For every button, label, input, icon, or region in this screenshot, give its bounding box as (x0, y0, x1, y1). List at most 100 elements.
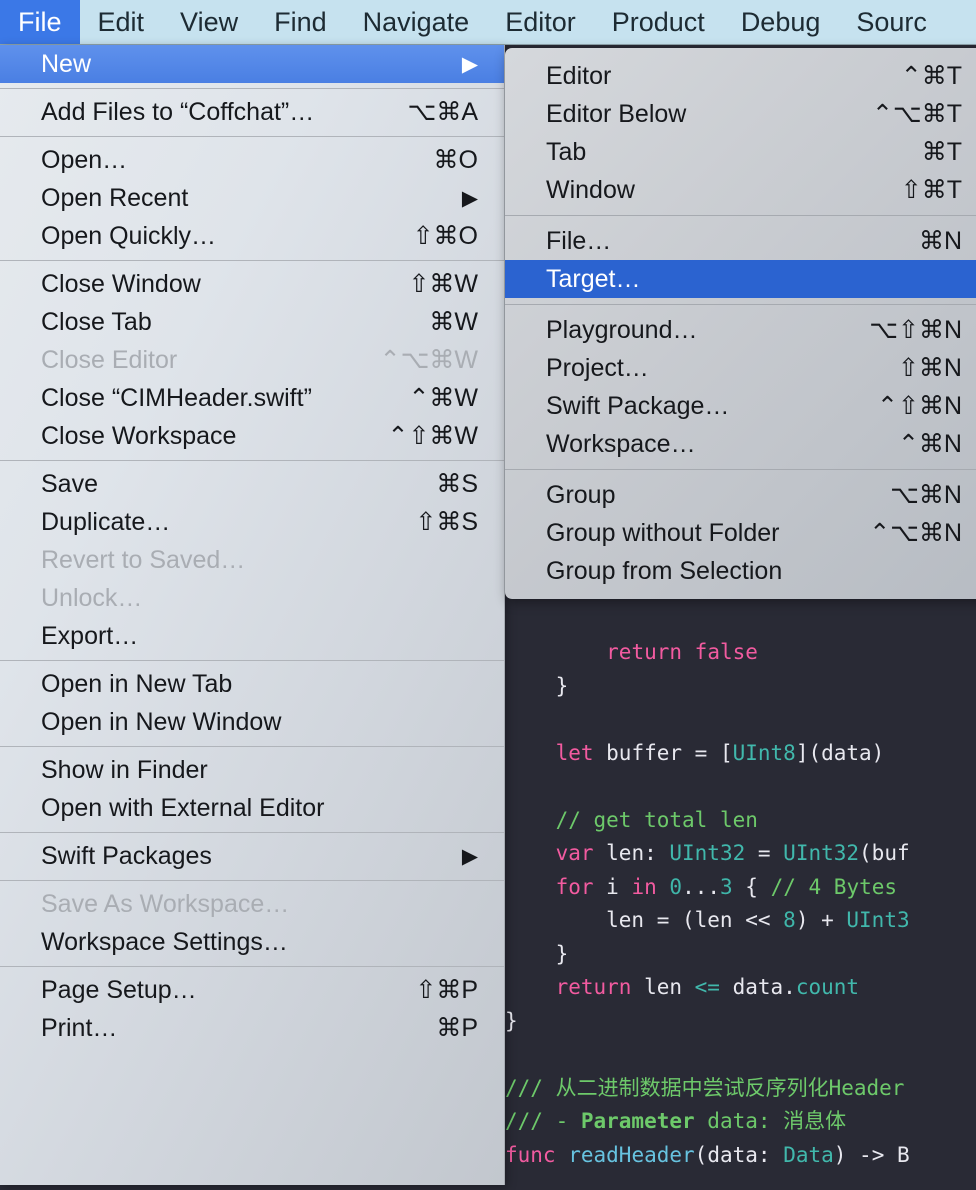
menu-item-add-files-to-coffchat[interactable]: Add Files to “Coffchat”… ⌥⌘A (0, 93, 504, 131)
menu-item-swift-packages[interactable]: Swift Packages ▶ (0, 837, 504, 875)
menu-item-page-setup[interactable]: Page Setup… ⇧⌘P (0, 971, 504, 1009)
menu-item-playground[interactable]: Playground… ⌥⇧⌘N (505, 311, 976, 349)
menu-item-group-from-selection[interactable]: Group from Selection (505, 552, 976, 590)
menu-item-file[interactable]: File… ⌘N (505, 222, 976, 260)
menu-item-close-editor: Close Editor ⌃⌥⌘W (0, 341, 504, 379)
code-content[interactable]: return false } let buffer = [UInt8](data… (505, 636, 976, 1172)
menu-item-workspace[interactable]: Workspace… ⌃⌘N (505, 425, 976, 463)
menu-item-export[interactable]: Export… (0, 617, 504, 655)
menu-item-close-window[interactable]: Close Window ⇧⌘W (0, 265, 504, 303)
menubar-item-file[interactable]: File (0, 0, 80, 44)
menu-item-close-cimheader-swift[interactable]: Close “CIMHeader.swift” ⌃⌘W (0, 379, 504, 417)
menu-item-tab[interactable]: Tab ⌘T (505, 133, 976, 171)
code-token: /// (505, 1075, 556, 1100)
menubar-item-edit[interactable]: Edit (80, 0, 163, 44)
menu-item-revert-to-saved: Revert to Saved… (0, 541, 504, 579)
menu-item-editor[interactable]: Editor ⌃⌘T (505, 57, 976, 95)
menubar-item-view[interactable]: View (162, 0, 256, 44)
menu-item-shortcut: ⌘O (433, 146, 478, 174)
code-token: count (795, 975, 860, 999)
code-token: (data: (694, 1142, 784, 1167)
menu-item-project[interactable]: Project… ⇧⌘N (505, 349, 976, 387)
menu-item-label: Workspace Settings… (41, 927, 288, 956)
menu-item-label: Add Files to “Coffchat”… (41, 97, 315, 126)
code-token: } (505, 673, 569, 698)
code-token: readHeader (568, 1142, 695, 1167)
menu-item-group-without-folder[interactable]: Group without Folder ⌃⌥⌘N (505, 514, 976, 552)
menu-item-save[interactable]: Save ⌘S (0, 465, 504, 503)
menu-item-duplicate[interactable]: Duplicate… ⇧⌘S (0, 503, 504, 541)
menu-item-open[interactable]: Open… ⌘O (0, 141, 504, 179)
code-token: // get total len (555, 807, 758, 832)
code-token: len = (len << (505, 908, 784, 932)
menu-item-shortcut: ⇧⌘T (900, 176, 962, 204)
menu-item-label: Swift Package… (546, 391, 730, 420)
code-line: /// - Parameter data: 消息体 (505, 1105, 976, 1139)
menu-item-window[interactable]: Window ⇧⌘T (505, 171, 976, 209)
menu-item-label: Close Tab (41, 307, 152, 336)
menu-item-shortcut: ⌃⌥⌘T (871, 100, 962, 128)
new-submenu-panel[interactable]: Editor ⌃⌘T Editor Below ⌃⌥⌘T Tab ⌘T Window ⇧⌘T F… (505, 48, 976, 599)
code-token: data. (719, 975, 796, 999)
file-menu-panel[interactable]: New ▶ Add Files to “Coffchat”… ⌥⌘A Open… ⌘O Op… (0, 45, 505, 1185)
code-token: len (631, 975, 695, 999)
menu-item-shortcut: ⌃⌥⌘W (379, 346, 478, 374)
menubar-item-debug[interactable]: Debug (723, 0, 839, 44)
code-token: Parameter (580, 1109, 695, 1133)
code-line: len = (len << 8) + UInt3 (505, 904, 976, 938)
menubar-item-label: Product (611, 6, 705, 37)
code-line: return len <= data.count (505, 971, 976, 1005)
menubar-item-sourc[interactable]: Sourc (838, 0, 945, 44)
menu-separator (0, 660, 504, 661)
menu-item-print[interactable]: Print… ⌘P (0, 1009, 504, 1047)
menu-item-editor-below[interactable]: Editor Below ⌃⌥⌘T (505, 95, 976, 133)
menu-item-swift-package[interactable]: Swift Package… ⌃⇧⌘N (505, 387, 976, 425)
menubar-item-navigate[interactable]: Navigate (345, 0, 488, 44)
menu-item-shortcut: ⇧⌘W (408, 270, 478, 298)
menubar-item-product[interactable]: Product (594, 0, 723, 44)
code-line: func readHeader(data: Data) -> B (505, 1139, 976, 1173)
menu-item-shortcut: ⌘W (429, 308, 478, 336)
menu-item-close-tab[interactable]: Close Tab ⌘W (0, 303, 504, 341)
code-token: } (505, 941, 569, 966)
menu-item-shortcut: ⌘S (436, 470, 478, 498)
menu-item-open-with-external-editor[interactable]: Open with External Editor (0, 789, 504, 827)
menubar-item-editor[interactable]: Editor (487, 0, 594, 44)
menu-item-open-in-new-tab[interactable]: Open in New Tab (0, 665, 504, 703)
menu-item-show-in-finder[interactable]: Show in Finder (0, 751, 504, 789)
menu-item-workspace-settings[interactable]: Workspace Settings… (0, 923, 504, 961)
menu-item-shortcut: ⌘N (918, 227, 962, 255)
menu-item-shortcut: ⇧⌘P (415, 976, 478, 1004)
menu-item-target[interactable]: Target… (505, 260, 976, 298)
code-line: return false (505, 636, 976, 670)
code-token: <= (694, 975, 720, 999)
menu-item-unlock: Unlock… (0, 579, 504, 617)
code-token: len: (593, 841, 670, 865)
code-token: data: 消息体 (694, 1109, 847, 1133)
menu-item-save-as-workspace: Save As Workspace… (0, 885, 504, 923)
code-token: = (745, 841, 784, 865)
menu-item-label: Editor Below (546, 99, 687, 128)
menu-item-open-recent[interactable]: Open Recent ▶ (0, 179, 504, 217)
submenu-arrow-icon: ▶ (461, 52, 478, 76)
menu-separator (0, 260, 504, 261)
menu-item-open-quickly[interactable]: Open Quickly… ⇧⌘O (0, 217, 504, 255)
code-token: let (555, 740, 594, 765)
menu-separator (505, 215, 976, 216)
code-line: } (505, 670, 976, 704)
menu-item-label: New (41, 49, 92, 78)
menu-separator (505, 469, 976, 470)
menu-item-group[interactable]: Group ⌥⌘N (505, 476, 976, 514)
menu-separator (0, 88, 504, 89)
menu-item-label: Swift Packages (41, 841, 212, 870)
menubar-item-find[interactable]: Find (256, 0, 345, 44)
menu-item-label: Save As Workspace… (41, 889, 290, 918)
menu-item-new[interactable]: New ▶ (0, 45, 504, 83)
menu-item-close-workspace[interactable]: Close Workspace ⌃⇧⌘W (0, 417, 504, 455)
menu-item-open-in-new-window[interactable]: Open in New Window (0, 703, 504, 741)
